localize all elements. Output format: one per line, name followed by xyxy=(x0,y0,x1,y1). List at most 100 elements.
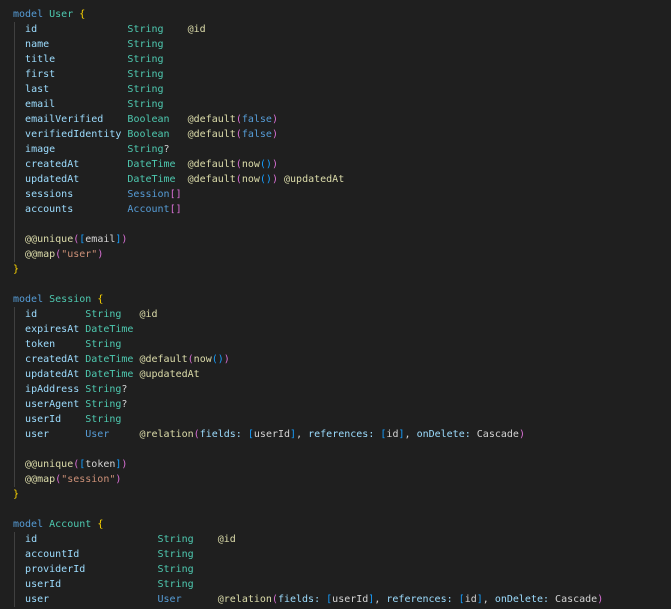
indent-guide xyxy=(14,412,15,427)
model-keyword: model xyxy=(13,294,44,305)
boolean-literal: false xyxy=(241,114,272,125)
code-line: @@unique([token]) xyxy=(13,457,603,472)
indent-guide xyxy=(14,322,15,337)
code-line: userAgent String? xyxy=(13,397,603,412)
indent-guide xyxy=(14,202,15,217)
indent-guide xyxy=(14,367,15,382)
code-line: expiresAt DateTime xyxy=(13,322,603,337)
function-token: now xyxy=(193,354,212,365)
code-line xyxy=(13,442,603,457)
field-name: createdAt xyxy=(25,159,80,170)
code-text: id xyxy=(386,429,399,440)
bracket: ) xyxy=(271,129,278,140)
attribute-token: @default xyxy=(187,129,236,140)
field-name: id xyxy=(25,534,38,545)
code-text: id xyxy=(464,594,477,605)
field-name: accounts xyxy=(25,204,74,215)
code-line: verifiedIdentity Boolean @default(false) xyxy=(13,127,603,142)
bracket: ) xyxy=(121,459,128,470)
argument-key: fields: xyxy=(277,594,321,605)
code-line: model User { xyxy=(13,7,603,22)
optional-marker: ? xyxy=(121,384,128,395)
bracket: ) xyxy=(271,114,278,125)
field-type: User xyxy=(85,429,110,440)
indent-guide xyxy=(14,82,15,97)
attribute-token: @default xyxy=(187,174,236,185)
indent-guide xyxy=(14,307,15,322)
code-line: emailVerified Boolean @default(false) xyxy=(13,112,603,127)
indent-guide xyxy=(14,442,15,457)
indent-guide xyxy=(14,112,15,127)
indent-guide xyxy=(14,232,15,247)
field-type: Boolean xyxy=(127,114,170,125)
brace: { xyxy=(97,294,104,305)
attribute-token: @default xyxy=(187,159,236,170)
indent-guide xyxy=(14,562,15,577)
field-type: String xyxy=(157,534,194,545)
code-line: title String xyxy=(13,52,603,67)
indent-guide xyxy=(14,67,15,82)
field-type: String xyxy=(85,384,122,395)
model-name: User xyxy=(49,9,74,20)
attribute-token: @@unique xyxy=(25,234,74,245)
function-token: now xyxy=(241,174,260,185)
argument-key: fields: xyxy=(199,429,242,440)
function-token: now xyxy=(241,159,260,170)
code-line: @@map("session") xyxy=(13,472,603,487)
field-name: token xyxy=(25,339,56,350)
list-marker: [] xyxy=(169,204,182,215)
field-name: title xyxy=(25,54,56,65)
indent-guide xyxy=(14,352,15,367)
indent-guide xyxy=(14,382,15,397)
attribute-token: @relation xyxy=(217,594,272,605)
code-text: userId xyxy=(332,594,369,605)
field-name: providerId xyxy=(25,564,86,575)
code-text: email xyxy=(85,234,116,245)
model-keyword: model xyxy=(13,519,44,530)
indent-guide xyxy=(14,337,15,352)
code-line: token String xyxy=(13,337,603,352)
field-type: DateTime xyxy=(85,369,134,380)
argument-key: references: xyxy=(386,594,453,605)
code-line: createdAt DateTime @default(now()) xyxy=(13,352,603,367)
field-name: user xyxy=(25,594,50,605)
code-line: accountId String xyxy=(13,547,603,562)
code-line: id String @id xyxy=(13,22,603,37)
bracket: ) xyxy=(97,249,104,260)
field-name: ipAddress xyxy=(25,384,80,395)
field-type: String xyxy=(127,99,164,110)
field-type: Boolean xyxy=(127,129,170,140)
field-name: id xyxy=(25,309,38,320)
code-line: updatedAt DateTime @default(now()) @upda… xyxy=(13,172,603,187)
bracket: ) xyxy=(223,354,230,365)
attribute-token: @updatedAt xyxy=(139,369,200,380)
field-name: id xyxy=(25,24,38,35)
field-type: String xyxy=(127,54,164,65)
code-line: userId String xyxy=(13,412,603,427)
code-line: email String xyxy=(13,97,603,112)
code-line: model Account { xyxy=(13,517,603,532)
field-name: image xyxy=(25,144,56,155)
indent-guide xyxy=(14,457,15,472)
field-name: accountId xyxy=(25,549,80,560)
argument-key: onDelete: xyxy=(494,594,550,605)
field-type: Account xyxy=(127,204,170,215)
code-line: @@unique([email]) xyxy=(13,232,603,247)
code-text: userId xyxy=(253,429,291,440)
code-editor[interactable]: model User { id String @id name String t… xyxy=(13,7,603,607)
bracket: ) xyxy=(271,159,278,170)
optional-marker: ? xyxy=(121,399,128,410)
indent-guide xyxy=(14,397,15,412)
field-type: DateTime xyxy=(127,159,176,170)
brace: { xyxy=(79,9,86,20)
field-type: String xyxy=(127,144,164,155)
field-name: emailVerified xyxy=(25,114,104,125)
indent-guide xyxy=(14,157,15,172)
code-line: createdAt DateTime @default(now()) xyxy=(13,157,603,172)
attribute-token: @id xyxy=(139,309,158,320)
model-name: Account xyxy=(49,519,92,530)
indent-guide xyxy=(14,217,15,232)
field-name: sessions xyxy=(25,189,74,200)
attribute-token: @default xyxy=(187,114,236,125)
indent-guide xyxy=(14,142,15,157)
